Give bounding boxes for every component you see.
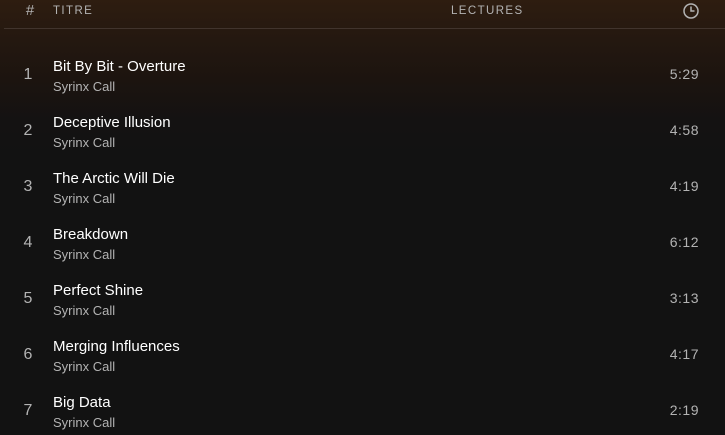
track-number: 5 (23, 290, 33, 307)
track-duration: 4:17 (669, 346, 699, 362)
column-header-plays[interactable]: LECTURES (451, 5, 524, 17)
track-duration: 4:19 (669, 178, 699, 194)
track-row[interactable]: 4 Breakdown Syrinx Call 6:12 (0, 214, 725, 270)
track-title[interactable]: The Arctic Will Die (53, 170, 175, 187)
column-header-title[interactable]: TITRE (53, 5, 93, 17)
track-number: 1 (23, 66, 33, 83)
track-list: 1 Bit By Bit - Overture Syrinx Call 5:29… (0, 46, 725, 435)
track-number: 7 (23, 402, 33, 419)
track-number: 2 (23, 122, 33, 139)
track-title[interactable]: Big Data (53, 394, 111, 411)
track-artist[interactable]: Syrinx Call (53, 359, 115, 374)
track-artist[interactable]: Syrinx Call (53, 415, 115, 430)
track-row[interactable]: 2 Deceptive Illusion Syrinx Call 4:58 (0, 102, 725, 158)
tracklist-header: # TITRE LECTURES (4, 0, 725, 29)
track-row[interactable]: 5 Perfect Shine Syrinx Call 3:13 (0, 270, 725, 326)
track-duration: 4:58 (669, 122, 699, 138)
track-title[interactable]: Breakdown (53, 226, 128, 243)
track-artist[interactable]: Syrinx Call (53, 247, 115, 262)
track-artist[interactable]: Syrinx Call (53, 303, 115, 318)
track-row[interactable]: 1 Bit By Bit - Overture Syrinx Call 5:29 (0, 46, 725, 102)
track-artist[interactable]: Syrinx Call (53, 191, 115, 206)
track-number: 4 (23, 234, 33, 251)
track-row[interactable]: 3 The Arctic Will Die Syrinx Call 4:19 (0, 158, 725, 214)
track-artist[interactable]: Syrinx Call (53, 135, 115, 150)
track-title[interactable]: Merging Influences (53, 338, 180, 355)
track-number: 3 (23, 178, 33, 195)
track-number: 6 (23, 346, 33, 363)
track-row[interactable]: 6 Merging Influences Syrinx Call 4:17 (0, 326, 725, 382)
track-row[interactable]: 7 Big Data Syrinx Call 2:19 (0, 382, 725, 435)
column-header-number: # (25, 2, 35, 19)
track-title[interactable]: Perfect Shine (53, 282, 143, 299)
track-duration: 6:12 (669, 234, 699, 250)
track-title[interactable]: Bit By Bit - Overture (53, 58, 186, 75)
track-artist[interactable]: Syrinx Call (53, 79, 115, 94)
track-title[interactable]: Deceptive Illusion (53, 114, 171, 131)
clock-icon[interactable] (682, 2, 700, 20)
track-duration: 5:29 (669, 66, 699, 82)
track-duration: 2:19 (669, 402, 699, 418)
track-duration: 3:13 (669, 290, 699, 306)
